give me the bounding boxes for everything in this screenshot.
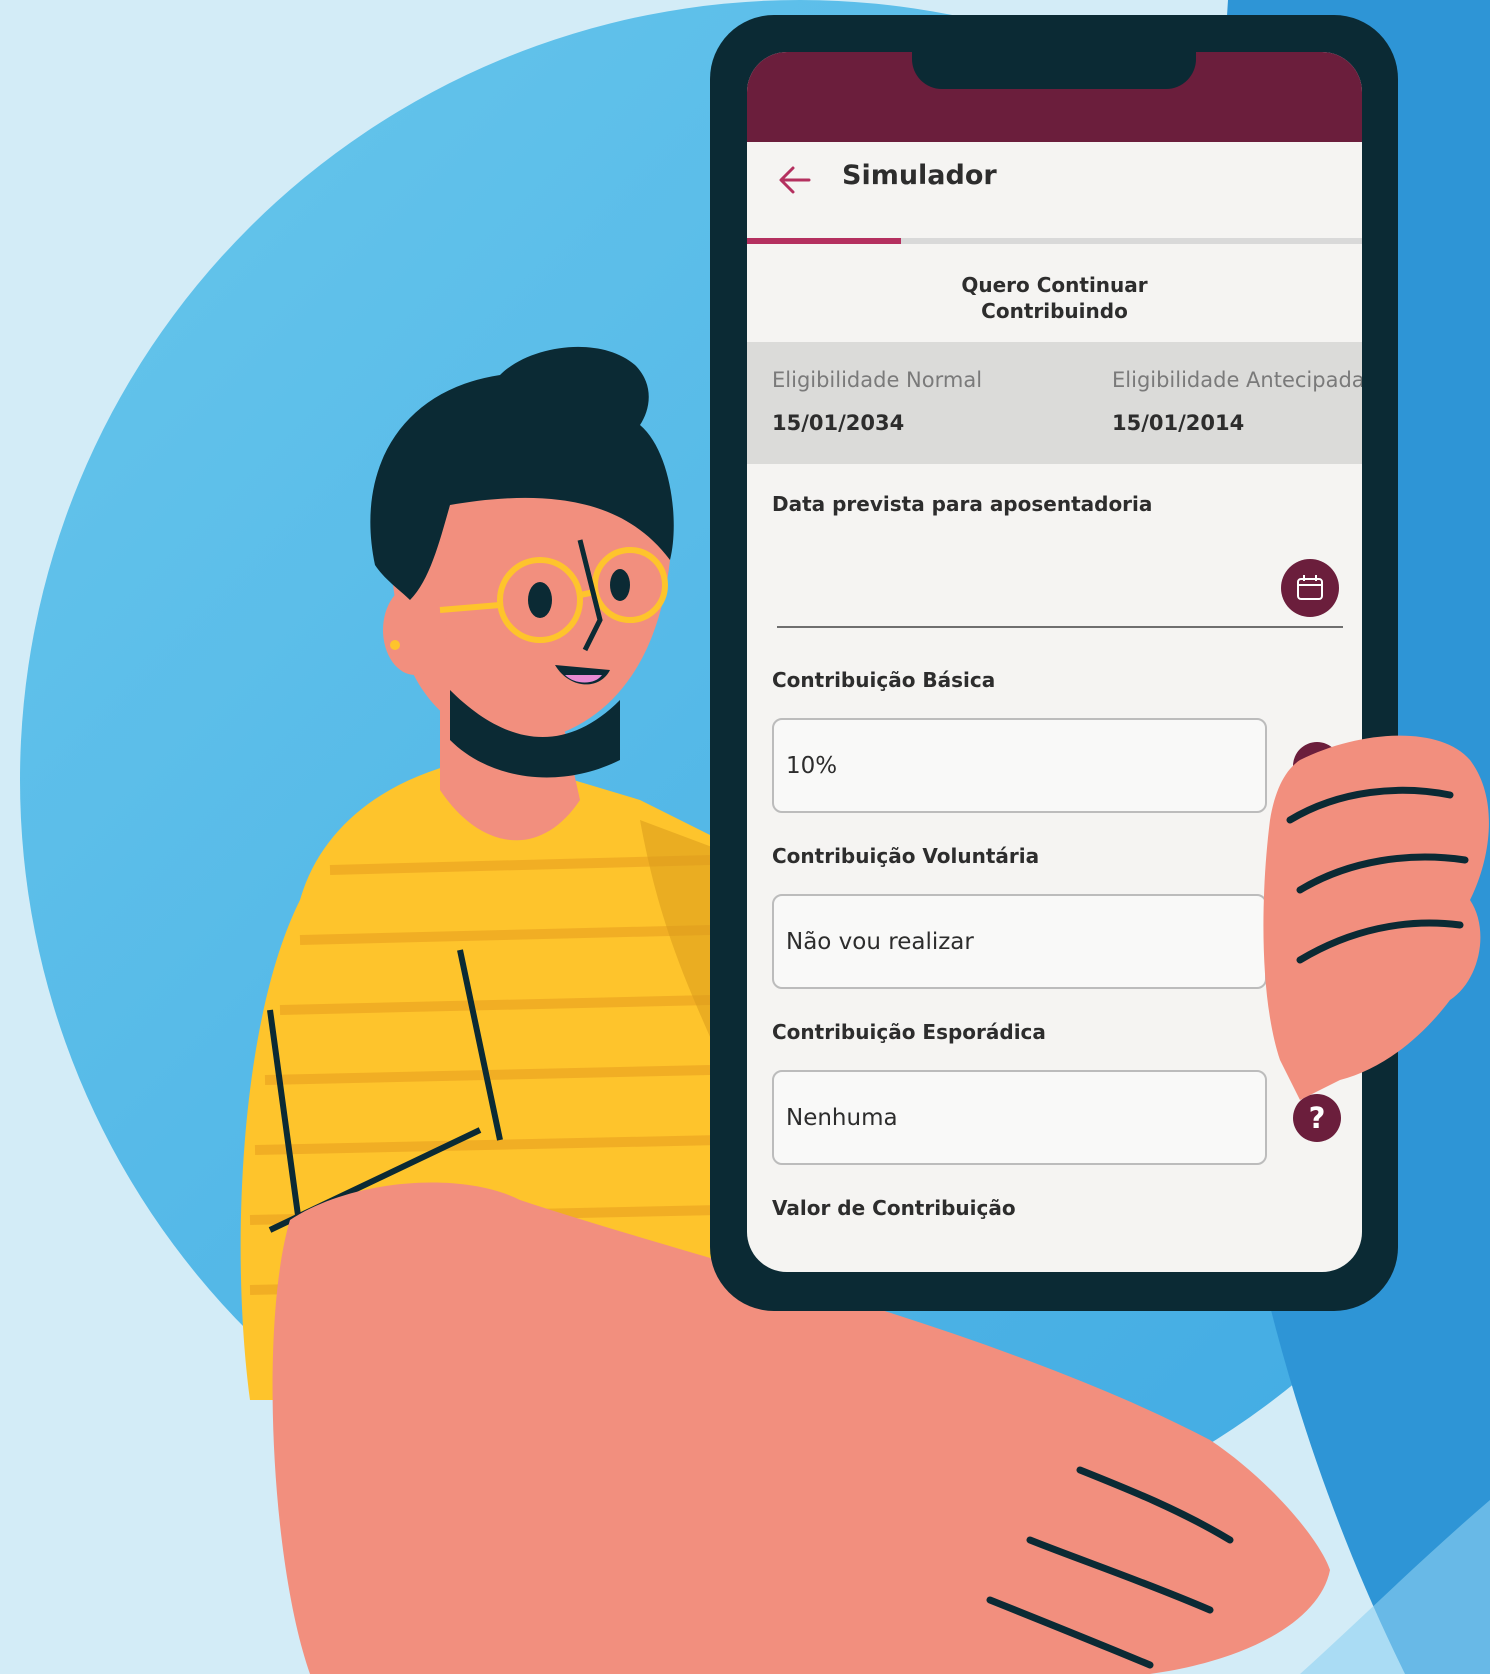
- sporadic-help-button[interactable]: ?: [1293, 1094, 1341, 1142]
- eligibility-panel: Eligibilidade Normal 15/01/2034 Eligibil…: [747, 342, 1362, 464]
- status-bar: [747, 52, 1362, 142]
- eligibility-normal-label: Eligibilidade Normal: [772, 368, 983, 392]
- subtitle-line: Quero Continuar: [961, 273, 1148, 297]
- sporadic-contribution-select[interactable]: Nenhuma: [772, 1070, 1267, 1165]
- retirement-date-field[interactable]: [772, 542, 1272, 622]
- voluntary-contribution-select[interactable]: Não vou realizar: [772, 894, 1267, 989]
- basic-help-button[interactable]: ?: [1293, 742, 1341, 790]
- basic-contribution-label: Contribuição Básica: [772, 668, 996, 692]
- voluntary-contribution-label: Contribuição Voluntária: [772, 844, 1040, 868]
- app-header: Simulador: [747, 142, 1362, 230]
- eligibility-early: Eligibilidade Antecipada 15/01/2014: [1112, 368, 1362, 435]
- contribution-amount-label: Valor de Contribuição: [772, 1196, 1016, 1220]
- retirement-date-label: Data prevista para aposentadoria: [772, 492, 1153, 516]
- progress-bar: [747, 238, 1362, 244]
- subtitle-line: Contribuindo: [981, 299, 1128, 323]
- calendar-button[interactable]: [1281, 559, 1339, 617]
- retirement-date-underline: [777, 626, 1343, 628]
- question-mark-icon: ?: [1308, 749, 1326, 783]
- eligibility-normal-date: 15/01/2034: [772, 411, 905, 435]
- eligibility-early-date: 15/01/2014: [1112, 411, 1245, 435]
- eligibility-normal: Eligibilidade Normal 15/01/2034: [772, 368, 982, 435]
- page-title: Simulador: [842, 160, 997, 191]
- eye: [528, 582, 552, 618]
- calendar-icon: [1297, 575, 1323, 600]
- sporadic-contribution-label: Contribuição Esporádica: [772, 1020, 1046, 1044]
- section-subtitle: Quero Continuar Contribuindo: [747, 272, 1362, 324]
- question-mark-icon: ?: [1308, 1101, 1326, 1135]
- basic-contribution-select[interactable]: 10%: [772, 718, 1267, 813]
- eye: [610, 569, 630, 601]
- arrow-left-icon[interactable]: [777, 162, 813, 198]
- phone-screen: Simulador Quero Continuar Contribuindo E…: [747, 52, 1362, 1272]
- progress-bar-fill: [747, 238, 901, 244]
- phone-notch: [912, 52, 1196, 89]
- ear: [383, 585, 447, 675]
- eligibility-early-label: Eligibilidade Antecipada: [1112, 368, 1362, 392]
